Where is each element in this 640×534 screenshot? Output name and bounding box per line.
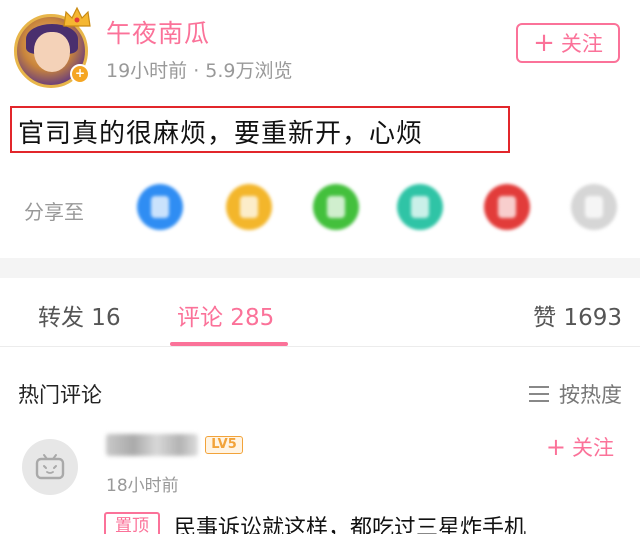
sort-by-hot-button[interactable]: 按热度: [529, 379, 622, 409]
qzone-icon[interactable]: [226, 184, 272, 230]
commenter-avatar[interactable]: [22, 439, 78, 495]
author-avatar[interactable]: +: [12, 6, 96, 88]
tab-likes[interactable]: 赞 1693: [533, 298, 622, 332]
tabs-border: [0, 346, 640, 347]
follow-label: 关注: [560, 32, 603, 56]
follow-author-button[interactable]: + 关注: [516, 23, 620, 63]
comment-text: 民事诉讼就这样，都吃过三星炸手机: [174, 516, 527, 534]
section-divider: [0, 258, 640, 278]
follow-commenter-button[interactable]: + 关注: [546, 432, 614, 462]
sort-label: 按热度: [559, 383, 622, 407]
tv-mascot-icon: [35, 454, 65, 480]
tab-repost[interactable]: 转发 16: [38, 298, 121, 332]
weibo-icon[interactable]: [484, 184, 530, 230]
tab-comments[interactable]: 评论 285: [177, 298, 274, 332]
commenter-name-blurred[interactable]: [106, 434, 198, 456]
hot-comments-heading: 热门评论: [18, 383, 102, 407]
post-time: 19小时前: [106, 60, 188, 82]
qq-icon[interactable]: [137, 184, 183, 230]
author-name[interactable]: 午夜南瓜: [106, 14, 210, 50]
plus-icon: +: [533, 28, 555, 58]
wechat-icon[interactable]: [313, 184, 359, 230]
comment-time: 18小时前: [106, 476, 179, 496]
crown-icon: [63, 6, 91, 27]
plus-icon: +: [545, 433, 566, 461]
post-meta: 19小时前 · 5.9万浏览: [106, 56, 292, 83]
moments-icon[interactable]: [397, 184, 443, 230]
post-text: 官司真的很麻烦，要重新开，心烦: [18, 119, 424, 149]
pinned-tag: 置顶: [104, 512, 160, 534]
more-icon[interactable]: [571, 184, 617, 230]
menu-icon: [529, 386, 549, 402]
follow-label: 关注: [572, 436, 614, 460]
avatar-face: [34, 32, 70, 72]
post-views: 5.9万浏览: [205, 60, 293, 82]
meta-separator: ·: [193, 60, 200, 82]
vip-badge-icon: +: [70, 64, 90, 84]
share-label: 分享至: [24, 200, 84, 224]
level-badge: LV5: [205, 436, 243, 454]
